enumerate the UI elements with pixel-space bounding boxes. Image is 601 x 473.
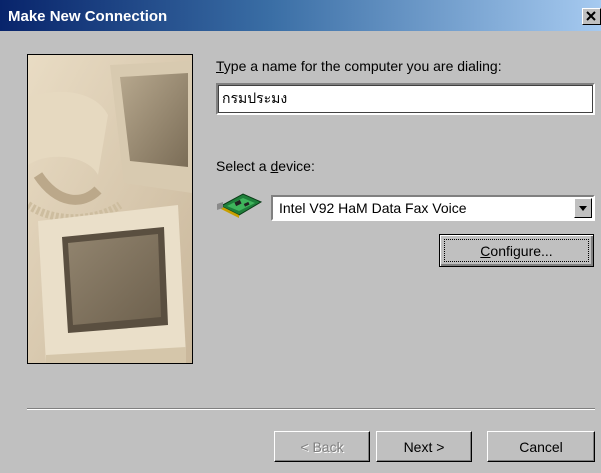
device-label: Select a device: bbox=[216, 158, 315, 174]
title-bar: Make New Connection bbox=[0, 0, 601, 31]
device-select[interactable]: Intel V92 HaM Data Fax Voice bbox=[271, 195, 595, 221]
window-title: Make New Connection bbox=[8, 8, 168, 25]
computer-name-input[interactable] bbox=[216, 83, 595, 115]
modem-card-icon bbox=[217, 193, 263, 218]
device-selected-value: Intel V92 HaM Data Fax Voice bbox=[279, 200, 467, 216]
back-button-label: < Back bbox=[300, 438, 344, 455]
back-button[interactable]: < Back bbox=[274, 431, 370, 462]
cancel-button-label: Cancel bbox=[519, 438, 563, 455]
close-button[interactable] bbox=[582, 8, 601, 25]
computer-name-label: Type a name for the computer you are dia… bbox=[216, 58, 502, 74]
cancel-button[interactable]: Cancel bbox=[487, 431, 595, 462]
footer-separator bbox=[27, 408, 595, 410]
next-button-label: Next > bbox=[403, 438, 445, 455]
configure-button[interactable]: Configure... bbox=[439, 234, 594, 267]
next-button[interactable]: Next > bbox=[376, 431, 472, 462]
close-icon bbox=[586, 11, 596, 21]
wizard-illustration bbox=[27, 54, 193, 364]
dropdown-arrow-button[interactable] bbox=[574, 198, 592, 218]
